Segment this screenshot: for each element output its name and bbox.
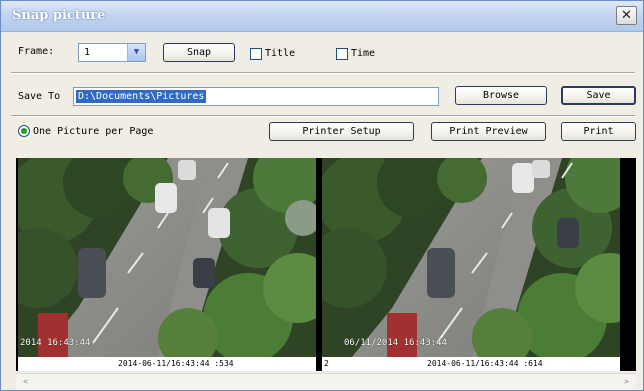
browse-button[interactable]: Browse <box>455 86 547 105</box>
snap-picture-dialog: Snap picture ✕ Frame: 1 ▼ Snap Title Tim… <box>0 0 644 391</box>
timestamp-strip-2: 2 2014-06-11/16:43:44 :614 <box>322 357 620 371</box>
osd-time-2: 06/11/2014 16:43:44 <box>344 338 447 348</box>
time-checkbox-label[interactable]: Time <box>351 48 375 59</box>
horizontal-scrollbar[interactable]: < > <box>16 373 636 390</box>
picture-viewer: 2014 16:43:44 2014-06-11/16:43:44 :534 0… <box>16 158 636 371</box>
close-icon: ✕ <box>621 8 632 23</box>
frame-label: Frame: <box>18 46 55 57</box>
snapshot-index-2: 2 <box>324 359 329 368</box>
frame-select[interactable]: 1 ▼ <box>78 43 146 62</box>
scroll-left-icon[interactable]: < <box>18 374 33 389</box>
snapshot-image-2[interactable]: 06/11/2014 16:43:44 <box>322 158 620 357</box>
snapshot-image-1[interactable]: 2014 16:43:44 <box>18 158 316 357</box>
frame-select-value: 1 <box>84 47 91 58</box>
title-checkbox[interactable] <box>250 48 262 60</box>
save-to-label: Save To <box>18 91 61 102</box>
one-picture-per-page-label[interactable]: One Picture per Page <box>33 126 153 137</box>
osd-time-1: 2014 16:43:44 <box>20 338 91 348</box>
time-checkbox[interactable] <box>336 48 348 60</box>
window-title: Snap picture <box>12 8 106 23</box>
save-path-input[interactable]: D:\Documents\Pictures <box>73 87 439 106</box>
separator <box>11 72 635 74</box>
printer-setup-button[interactable]: Printer Setup <box>269 122 414 141</box>
separator <box>11 115 635 117</box>
radio-selected-dot <box>21 128 27 134</box>
snap-button[interactable]: Snap <box>163 43 235 62</box>
print-preview-button[interactable]: Print Preview <box>431 122 546 141</box>
save-button[interactable]: Save <box>561 86 636 105</box>
title-checkbox-label[interactable]: Title <box>265 48 295 59</box>
snapshot-timestamp-2: 2014-06-11/16:43:44 :614 <box>427 359 543 368</box>
print-button[interactable]: Print <box>561 122 636 141</box>
save-path-value: D:\Documents\Pictures <box>76 90 207 103</box>
title-bar[interactable]: Snap picture ✕ <box>1 1 643 32</box>
one-picture-per-page-radio[interactable] <box>18 125 30 137</box>
scroll-right-icon[interactable]: > <box>619 374 634 389</box>
chevron-down-icon[interactable]: ▼ <box>127 44 145 61</box>
snapshot-timestamp-1: 2014-06-11/16:43:44 :534 <box>118 359 234 368</box>
timestamp-strip-1: 2014-06-11/16:43:44 :534 <box>18 357 316 371</box>
close-button[interactable]: ✕ <box>616 6 637 25</box>
